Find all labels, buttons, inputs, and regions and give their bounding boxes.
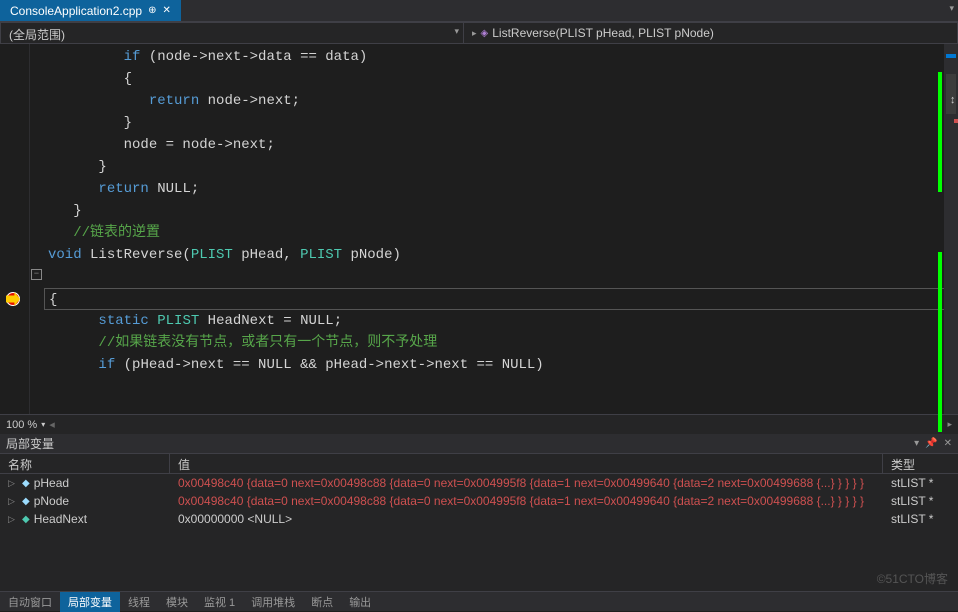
chevron-down-icon: ▾ (454, 26, 459, 37)
current-line-highlight: { (44, 288, 958, 310)
var-name: pHead (34, 476, 69, 490)
scroll-mark (946, 54, 956, 58)
expand-icon[interactable]: ▷ (8, 514, 18, 525)
locals-rows: ▷ ◆ pHead 0x00498c40 {data=0 next=0x00498c8… (0, 474, 958, 528)
bottom-tab[interactable]: 线程 (120, 592, 158, 612)
function-dropdown[interactable]: ▸ ◈ ListReverse(PLIST pHead, PLIST pNode… (464, 23, 957, 43)
pin-icon[interactable]: ⊕ (148, 5, 156, 16)
bottom-tab[interactable]: 自动窗口 (0, 592, 60, 612)
code-line[interactable]: //链表的逆置 (44, 222, 958, 244)
code-line[interactable]: if (pHead->next == NULL && pHead->next->… (44, 354, 958, 376)
code-line[interactable]: //如果链表没有节点，或者只有一个节点，则不予处理 (44, 332, 958, 354)
var-type: stLIST * (883, 476, 958, 490)
scope-dropdown[interactable]: (全局范围) ▾ (1, 23, 464, 43)
zoom-level: 100 % (6, 419, 37, 431)
column-value[interactable]: 值 (170, 454, 883, 473)
code-line[interactable]: return NULL; (44, 178, 958, 200)
locals-columns: 名称 值 类型 (0, 454, 958, 474)
scope-text: (全局范围) (9, 28, 65, 42)
bottom-tab[interactable]: 模块 (158, 592, 196, 612)
close-icon[interactable]: ✕ (162, 5, 170, 16)
locals-row[interactable]: ▷ ◆ pNode 0x00498c40 {data=0 next=0x00498c8… (0, 492, 958, 510)
change-marker (938, 252, 942, 432)
close-icon[interactable]: ✕ (944, 438, 952, 449)
code-editor[interactable]: − { if (node->next->data == data) { retu… (0, 44, 958, 414)
code-line[interactable]: { (44, 68, 958, 90)
expand-icon[interactable]: ▷ (8, 496, 18, 507)
breakpoint-gutter[interactable] (0, 44, 30, 414)
zoom-dropdown[interactable]: 100 % ▾ (6, 419, 45, 431)
chevron-down-icon: ▾ (41, 420, 45, 429)
variable-icon: ◆ (22, 478, 30, 489)
outline-gutter[interactable]: − (30, 44, 44, 414)
chevron-left-icon[interactable]: ◂ (49, 418, 55, 431)
bottom-tab[interactable]: 断点 (303, 592, 341, 612)
var-name: pNode (34, 494, 69, 508)
locals-panel: 局部变量 ▾ 📌 ✕ 名称 值 类型 ▷ ◆ pHead 0x00498c40 {da… (0, 434, 958, 611)
chevron-right-icon[interactable]: ▸ (947, 419, 952, 430)
column-name[interactable]: 名称 (0, 454, 170, 473)
method-icon: ◈ (481, 28, 489, 39)
tab-bar: ConsoleApplication2.cpp ⊕ ✕ (0, 0, 958, 22)
locals-row[interactable]: ▷ ◆ pHead 0x00498c40 {data=0 next=0x00498c8… (0, 474, 958, 492)
var-type: stLIST * (883, 512, 958, 526)
bottom-tab[interactable]: 监视 1 (196, 592, 243, 612)
code-line[interactable]: return node->next; (44, 90, 958, 112)
bottom-tab[interactable]: 输出 (341, 592, 379, 612)
code-line[interactable]: void ListReverse(PLIST pHead, PLIST pNod… (44, 244, 958, 266)
code-line[interactable]: if (node->next->data == data) (44, 46, 958, 68)
code-line[interactable]: } (44, 156, 958, 178)
var-value: 0x00498c40 {data=0 next=0x00498c88 {data… (170, 476, 883, 490)
code-line[interactable]: static PLIST HeadNext = NULL; (44, 310, 958, 332)
zoom-bar: 100 % ▾ ◂ ▸ (0, 414, 958, 434)
pin-icon[interactable]: 📌 (925, 438, 937, 449)
column-type[interactable]: 类型 (883, 454, 958, 473)
var-type: stLIST * (883, 494, 958, 508)
chevron-down-icon: ▾ (949, 3, 954, 14)
locals-header: 局部变量 ▾ 📌 ✕ (0, 434, 958, 454)
chevron-right-icon: ▸ (472, 28, 477, 39)
variable-icon: ◆ (22, 514, 30, 525)
var-name: HeadNext (34, 512, 87, 526)
var-value: 0x00000000 <NULL> (170, 512, 883, 526)
code-line[interactable]: } (44, 200, 958, 222)
bottom-tab[interactable]: 调用堆栈 (243, 592, 303, 612)
nav-bar: (全局范围) ▾ ▸ ◈ ListReverse(PLIST pHead, PL… (0, 22, 958, 44)
code-line[interactable]: node = node->next; (44, 134, 958, 156)
scroll-thumb[interactable] (946, 74, 956, 114)
code-content[interactable]: { if (node->next->data == data) { return… (44, 44, 958, 414)
tab-filename: ConsoleApplication2.cpp (10, 4, 142, 18)
code-line[interactable]: } (44, 112, 958, 134)
scroll-mark (954, 119, 958, 123)
split-icon[interactable]: ↕ (949, 95, 956, 107)
collapse-toggle[interactable]: − (31, 269, 42, 280)
dropdown-icon[interactable]: ▾ (914, 438, 919, 449)
expand-icon[interactable]: ▷ (8, 478, 18, 489)
function-text: ListReverse(PLIST pHead, PLIST pNode) (492, 26, 714, 40)
watermark: ©51CTO博客 (877, 570, 948, 587)
change-marker (938, 72, 942, 192)
bottom-tab[interactable]: 局部变量 (60, 592, 120, 612)
var-value: 0x00498c40 {data=0 next=0x00498c88 {data… (170, 494, 883, 508)
locals-row[interactable]: ▷ ◆ HeadNext 0x00000000 <NULL>stLIST * (0, 510, 958, 528)
file-tab[interactable]: ConsoleApplication2.cpp ⊕ ✕ (0, 0, 181, 21)
bottom-tabs: 自动窗口局部变量线程模块监视 1调用堆栈断点输出 (0, 591, 958, 611)
variable-icon: ◆ (22, 496, 30, 507)
locals-title: 局部变量 (6, 435, 54, 452)
